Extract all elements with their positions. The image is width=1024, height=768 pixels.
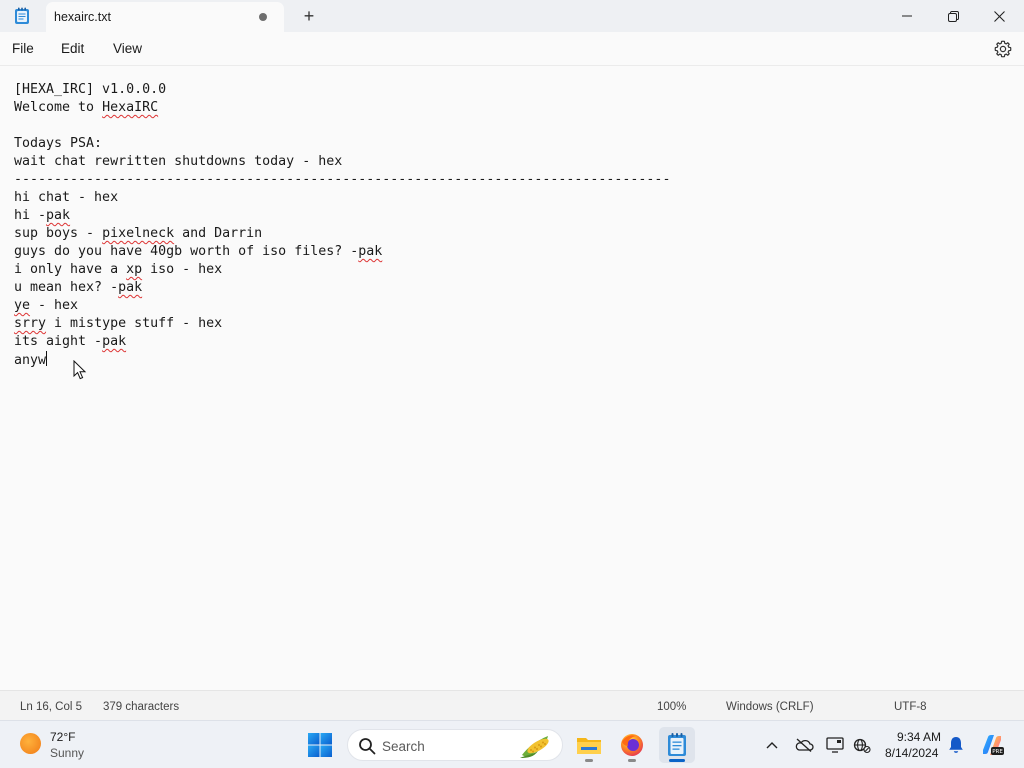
tray-display[interactable] <box>825 735 845 755</box>
editor-line: u mean hex? -pak <box>14 280 143 295</box>
editor-line: Todays PSA: <box>14 136 103 151</box>
text-caret <box>46 351 48 366</box>
bell-icon[interactable] <box>947 735 965 755</box>
spelling-error: srry <box>14 316 47 331</box>
network-icon <box>853 738 871 754</box>
tray-onedrive[interactable] <box>794 735 814 755</box>
spelling-error: pixelneck <box>102 226 175 241</box>
spelling-error: xp <box>126 262 143 277</box>
status-bar: Ln 16, Col 5 379 characters 100% Windows… <box>0 690 1024 720</box>
file-explorer-icon <box>577 738 601 754</box>
svg-text:PRE: PRE <box>992 749 1003 755</box>
editor-line: ----------------------------------------… <box>14 172 671 187</box>
editor-line: hi chat - hex <box>14 190 119 205</box>
editor-line: srry i mistype stuff - hex <box>14 316 223 331</box>
search-icon <box>359 738 376 755</box>
minimize-button[interactable] <box>884 0 930 32</box>
minimize-icon <box>902 15 912 17</box>
spelling-error: HexaIRC <box>102 100 159 115</box>
clock-date: 8/14/2024 <box>885 746 939 760</box>
spelling-error: ye <box>14 298 31 313</box>
tab-title: hexairc.txt <box>54 10 111 24</box>
tray-network[interactable] <box>852 735 872 755</box>
tab-hexairc[interactable]: hexairc.txt <box>46 2 284 32</box>
taskbar-firefox[interactable] <box>614 727 650 763</box>
unsaved-dot-icon[interactable] <box>259 13 267 21</box>
display-icon <box>826 737 844 753</box>
onedrive-icon <box>795 738 814 752</box>
maximize-button[interactable] <box>930 0 976 32</box>
taskbar-notepad[interactable] <box>659 727 695 763</box>
clock-time: 9:34 AM <box>897 730 942 744</box>
close-button[interactable] <box>976 0 1022 32</box>
chevron-up-icon <box>766 742 778 749</box>
taskbar-file-explorer[interactable] <box>571 727 607 763</box>
new-tab-button[interactable]: + <box>298 4 320 28</box>
line-ending[interactable]: Windows (CRLF) <box>726 701 814 713</box>
menu-edit[interactable]: Edit <box>61 41 84 56</box>
restore-icon <box>947 10 959 22</box>
editor-line: ye - hex <box>14 298 79 313</box>
taskbar-search[interactable]: Search <box>347 729 563 761</box>
editor-line: i only have a xp iso - hex <box>14 262 223 277</box>
editor-content[interactable]: [HEXA_IRC] v1.0.0.0 Welcome to HexaIRC T… <box>14 81 670 369</box>
windows-start-icon[interactable] <box>306 731 334 759</box>
zoom-level[interactable]: 100% <box>657 701 686 713</box>
show-hidden-icons-button[interactable] <box>762 735 782 755</box>
taskbar: 72°F Sunny Search 9:34 AM 8/14/2024 PRE <box>0 720 1024 768</box>
editor-line: hi -pak <box>14 208 71 223</box>
sun-icon <box>20 733 41 754</box>
menu-bar: File Edit View <box>0 32 1024 66</box>
gear-icon[interactable] <box>993 39 1013 59</box>
editor-line: wait chat rewritten shutdowns today - he… <box>14 154 343 169</box>
editor-line: its aight -pak <box>14 334 127 349</box>
close-icon <box>993 10 1005 22</box>
text-editor[interactable]: [HEXA_IRC] v1.0.0.0 Welcome to HexaIRC T… <box>0 66 1024 690</box>
search-placeholder: Search <box>382 739 425 754</box>
spelling-error: pak <box>46 208 71 223</box>
weather-condition: Sunny <box>50 746 85 760</box>
active-indicator <box>669 759 685 762</box>
editor-line: guys do you have 40gb worth of iso files… <box>14 244 383 259</box>
spelling-error: pak <box>102 334 127 349</box>
notepad-icon <box>15 7 29 24</box>
menu-file[interactable]: File <box>12 41 34 56</box>
editor-line: sup boys - pixelneck and Darrin <box>14 226 263 241</box>
spelling-error: pak <box>358 244 383 259</box>
editor-line: [HEXA_IRC] v1.0.0.0 <box>14 82 167 97</box>
cursor-position: Ln 16, Col 5 <box>20 701 83 713</box>
copilot-icon[interactable]: PRE <box>979 732 1005 758</box>
character-count: 379 characters <box>103 701 180 713</box>
running-indicator <box>628 759 636 762</box>
editor-line: anyw <box>14 351 48 368</box>
encoding[interactable]: UTF-8 <box>894 701 927 713</box>
title-bar: hexairc.txt + <box>0 0 1024 32</box>
running-indicator <box>585 759 593 762</box>
corn-icon <box>520 736 549 758</box>
spelling-error: pak <box>118 280 143 295</box>
notepad-icon <box>668 733 686 756</box>
mouse-pointer-icon <box>73 360 87 380</box>
weather-temperature: 72°F <box>50 730 76 744</box>
menu-view[interactable]: View <box>113 41 142 56</box>
editor-line: Welcome to HexaIRC <box>14 100 159 115</box>
firefox-icon <box>621 734 643 756</box>
